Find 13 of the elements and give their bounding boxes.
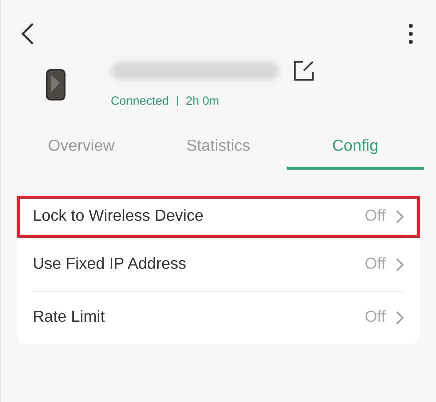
chevron-icon — [396, 311, 404, 325]
chevron-icon — [396, 258, 404, 272]
more-button[interactable] — [406, 22, 416, 46]
edit-icon[interactable] — [293, 60, 315, 82]
phone-icon — [46, 69, 66, 101]
setting-row[interactable]: Rate Limit Off — [17, 292, 420, 344]
connection-status: Connected — [111, 93, 170, 110]
connection-duration: 2h 0m — [186, 93, 220, 110]
more-icon — [409, 24, 413, 44]
setting-row[interactable]: Lock to Wireless Device Off — [17, 196, 420, 238]
setting-row[interactable]: Use Fixed IP Address Off — [17, 239, 420, 291]
chevron-icon — [396, 210, 404, 224]
back-icon — [21, 22, 35, 46]
